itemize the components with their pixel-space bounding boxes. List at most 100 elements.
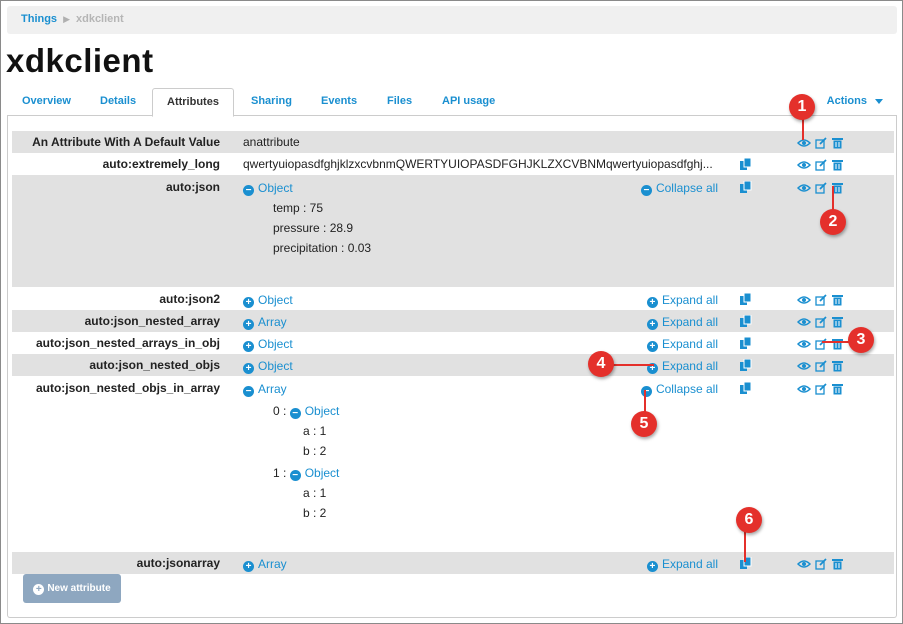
array-index: 0 : — [273, 404, 287, 418]
page-title: xdkclient — [6, 42, 154, 79]
trash-icon[interactable] — [831, 360, 843, 372]
array-toggle[interactable]: + Array — [243, 315, 287, 330]
attribute-name: auto:json_nested_array — [84, 314, 220, 328]
json-field: pressure : 28.9 — [273, 221, 354, 235]
copy-icon[interactable] — [740, 359, 752, 371]
eye-icon[interactable] — [796, 160, 812, 170]
eye-icon[interactable] — [796, 317, 812, 327]
object-label: Object — [258, 181, 293, 195]
trash-icon[interactable] — [831, 316, 843, 328]
tab-overview[interactable]: Overview — [22, 88, 71, 116]
object-toggle[interactable]: + Object — [243, 337, 293, 352]
copy-icon[interactable] — [740, 557, 752, 569]
eye-icon[interactable] — [796, 384, 812, 394]
tab-attributes[interactable]: Attributes — [152, 88, 234, 117]
attribute-row: auto:json_nested_array + Array + Expand al… — [12, 310, 894, 332]
collapse-all-button[interactable]: − Collapse all — [640, 382, 718, 397]
attribute-row: auto:json_nested_objs_in_array − Array 0 … — [12, 376, 894, 552]
eye-icon[interactable] — [796, 361, 812, 371]
trash-icon[interactable] — [831, 294, 843, 306]
expand-all-label: Expand all — [661, 315, 718, 329]
breadcrumb: Things ▶ xdkclient — [7, 6, 897, 34]
plus-circle-icon: + — [33, 584, 45, 595]
plus-circle-icon: + — [243, 319, 254, 330]
tab-api-usage[interactable]: API usage — [442, 88, 495, 116]
copy-icon[interactable] — [740, 181, 752, 193]
callout-badge: 1 — [789, 94, 815, 120]
plus-circle-icon: + — [646, 561, 658, 572]
collapse-all-label: Collapse all — [655, 181, 718, 195]
array-label: Array — [258, 315, 287, 329]
edit-icon[interactable] — [815, 383, 827, 395]
actions-label: Actions — [826, 95, 867, 107]
trash-icon[interactable] — [831, 383, 843, 395]
eye-icon[interactable] — [796, 183, 812, 193]
expand-all-button[interactable]: + Expand all — [646, 315, 718, 330]
edit-icon[interactable] — [815, 137, 827, 149]
expand-all-button[interactable]: + Expand all — [646, 293, 718, 308]
tab-events[interactable]: Events — [321, 88, 357, 116]
attribute-name: auto:json_nested_arrays_in_obj — [35, 336, 220, 350]
eye-icon[interactable] — [796, 559, 812, 569]
tab-details[interactable]: Details — [100, 88, 136, 116]
object-toggle[interactable]: + Object — [243, 359, 293, 374]
minus-circle-icon: − — [243, 386, 254, 397]
minus-circle-icon: − — [640, 386, 652, 397]
json-field: a : 1 — [303, 424, 327, 438]
edit-icon[interactable] — [815, 360, 827, 372]
copy-icon[interactable] — [740, 315, 752, 327]
edit-icon[interactable] — [815, 558, 827, 570]
expand-all-label: Expand all — [661, 557, 718, 571]
attribute-row: auto:jsonarray + Array + Expand all — [12, 552, 894, 574]
object-label: Object — [258, 359, 293, 373]
json-field: b : 2 — [303, 506, 327, 520]
edit-icon[interactable] — [815, 182, 827, 194]
plus-circle-icon: + — [646, 341, 658, 352]
attribute-name: An Attribute With A Default Value — [32, 135, 220, 149]
actions-menu[interactable]: Actions — [827, 88, 883, 114]
edit-icon[interactable] — [815, 294, 827, 306]
plus-circle-icon: + — [243, 363, 254, 374]
json-field: b : 2 — [303, 444, 327, 458]
array-item-0: 0 : − Object — [273, 404, 339, 419]
edit-icon[interactable] — [815, 338, 827, 350]
trash-icon[interactable] — [831, 558, 843, 570]
new-attribute-label: New attribute — [47, 583, 111, 594]
tab-files[interactable]: Files — [387, 88, 412, 116]
trash-icon[interactable] — [831, 137, 843, 149]
edit-icon[interactable] — [815, 316, 827, 328]
attribute-name: auto:json_nested_objs — [89, 358, 220, 372]
collapse-all-button[interactable]: − Collapse all — [640, 181, 718, 196]
expand-all-button[interactable]: + Expand all — [646, 557, 718, 572]
eye-icon[interactable] — [796, 339, 812, 349]
object-toggle[interactable]: + Object — [243, 293, 293, 308]
collapse-all-label: Collapse all — [655, 382, 718, 396]
attribute-row: auto:extremely_long qwertyuiopasdfghjklz… — [12, 153, 894, 175]
trash-icon[interactable] — [831, 159, 843, 171]
copy-icon[interactable] — [740, 382, 752, 394]
array-toggle[interactable]: − Array — [243, 382, 287, 397]
object-toggle[interactable]: − Object — [289, 404, 339, 419]
object-toggle[interactable]: − Object — [289, 466, 340, 481]
trash-icon[interactable] — [831, 338, 843, 350]
new-attribute-button[interactable]: + New attribute — [23, 574, 121, 603]
object-toggle[interactable]: − Object — [243, 181, 293, 196]
expand-all-button[interactable]: + Expand all — [646, 337, 718, 352]
tab-sharing[interactable]: Sharing — [251, 88, 292, 116]
json-field: precipitation : 0.03 — [273, 241, 372, 255]
eye-icon[interactable] — [796, 295, 812, 305]
attribute-name: auto:extremely_long — [102, 157, 220, 171]
copy-icon[interactable] — [740, 337, 752, 349]
copy-icon[interactable] — [740, 158, 752, 170]
edit-icon[interactable] — [815, 159, 827, 171]
attribute-row: auto:json_nested_arrays_in_obj + Object +… — [12, 332, 894, 354]
copy-icon[interactable] — [740, 293, 752, 305]
breadcrumb-current: xdkclient — [75, 13, 124, 25]
json-field: temp : 75 — [273, 201, 324, 215]
breadcrumb-things-link[interactable]: Things — [21, 13, 57, 25]
array-toggle[interactable]: + Array — [243, 557, 287, 572]
expand-all-button[interactable]: + Expand all — [646, 359, 718, 374]
expand-all-label: Expand all — [661, 293, 718, 307]
eye-icon[interactable] — [796, 138, 812, 148]
object-label: Object — [304, 466, 340, 480]
